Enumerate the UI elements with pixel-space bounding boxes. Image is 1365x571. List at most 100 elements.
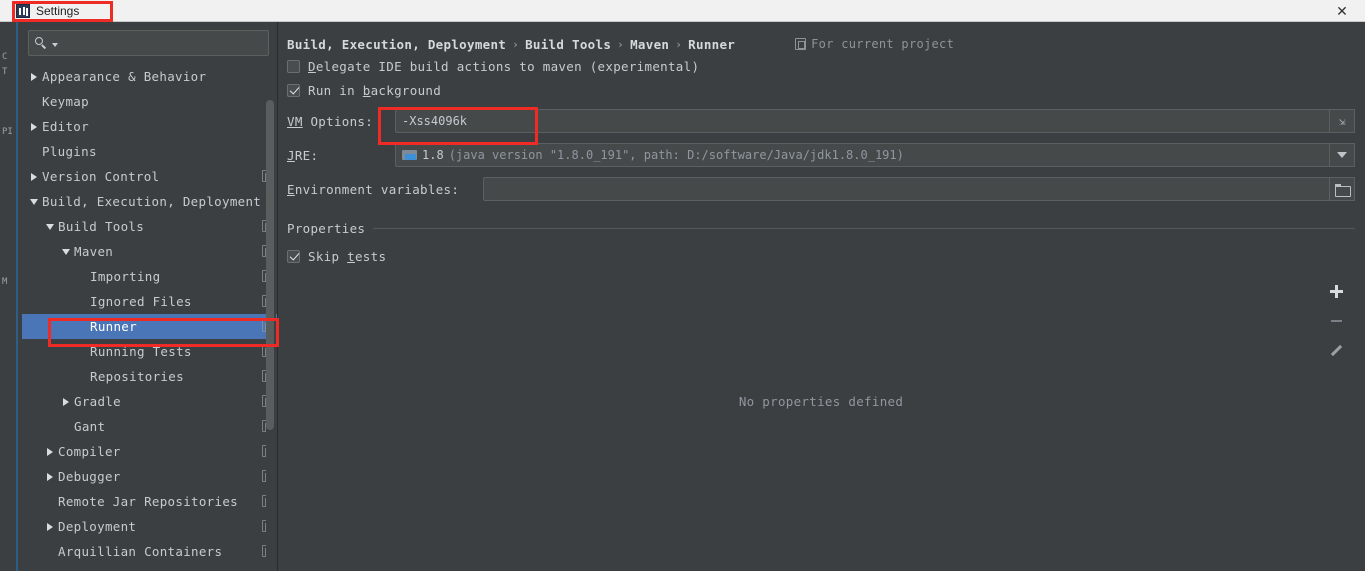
properties-section-title: Properties xyxy=(287,220,366,236)
vm-options-row: VM Options: -Xss4096k ⇲ xyxy=(287,106,1355,136)
chevron-right-icon[interactable] xyxy=(28,172,40,181)
sidebar-item-label: Maven xyxy=(74,244,114,259)
jre-combobox[interactable]: 1.8 (java version "1.8.0_191", path: D:/… xyxy=(395,143,1330,167)
vm-options-label: VM Options: xyxy=(287,113,374,129)
chevron-right-icon[interactable] xyxy=(28,72,40,81)
delegate-build-label: Delegate IDE build actions to maven (exp… xyxy=(308,58,700,74)
scope-badge: For current project xyxy=(795,37,954,51)
sidebar-item-arquillian-containers[interactable]: Arquillian Containers xyxy=(22,539,277,564)
expand-arrows-icon[interactable]: ⇲ xyxy=(1329,109,1355,133)
chevron-down-icon[interactable] xyxy=(60,248,72,255)
edit-property-button[interactable] xyxy=(1323,336,1349,366)
breadcrumb-item-3[interactable]: Runner xyxy=(688,37,735,52)
ide-logo-icon xyxy=(16,3,30,18)
sidebar-item-gradle[interactable]: Gradle xyxy=(22,389,277,414)
folder-icon[interactable] xyxy=(1329,177,1355,201)
properties-empty-text: No properties defined xyxy=(738,394,904,409)
vm-options-input[interactable]: -Xss4096k xyxy=(395,109,1330,133)
background-fragment: T xyxy=(2,67,8,77)
sidebar-item-build-tools[interactable]: Build Tools xyxy=(22,214,277,239)
chevron-right-icon[interactable] xyxy=(44,472,56,481)
remove-property-button[interactable] xyxy=(1323,306,1349,336)
sidebar-item-keymap[interactable]: Keymap xyxy=(22,89,277,114)
sidebar-item-plugins[interactable]: Plugins xyxy=(22,139,277,164)
environment-variables-row: Environment variables: xyxy=(287,174,1355,204)
close-icon[interactable]: ✕ xyxy=(1329,2,1355,20)
sidebar-item-runner[interactable]: Runner xyxy=(22,314,277,339)
properties-section-header: Properties xyxy=(287,218,1355,238)
sidebar-item-label: Importing xyxy=(90,269,161,284)
delegate-build-checkbox-row[interactable]: Delegate IDE build actions to maven (exp… xyxy=(287,54,1355,78)
breadcrumb-item-2[interactable]: Maven xyxy=(630,37,669,52)
sidebar-item-ignored-files[interactable]: Ignored Files xyxy=(22,289,277,314)
skip-tests-checkbox-row[interactable]: Skip tests xyxy=(287,244,1355,268)
skip-tests-checkbox[interactable] xyxy=(287,249,300,263)
chevron-down-icon[interactable] xyxy=(28,198,40,205)
sidebar-item-gant[interactable]: Gant xyxy=(22,414,277,439)
settings-sidebar: Appearance & Behavior Keymap Editor Plugins… xyxy=(22,22,278,571)
sidebar-item-label: Running Tests xyxy=(90,344,192,359)
jre-path: (java version "1.8.0_191", path: D:/soft… xyxy=(448,148,904,162)
sidebar-item-remote-jar-repositories[interactable]: Remote Jar Repositories xyxy=(22,489,277,514)
jdk-icon xyxy=(402,149,417,161)
sidebar-item-label: Ignored Files xyxy=(90,294,192,309)
search-container xyxy=(22,22,277,62)
search-icon xyxy=(35,36,48,50)
sidebar-item-running-tests[interactable]: Running Tests xyxy=(22,339,277,364)
chevron-down-icon[interactable] xyxy=(44,223,56,230)
sidebar-item-label: Runner xyxy=(90,319,137,334)
background-fragment: PI xyxy=(2,127,13,137)
run-in-background-checkbox[interactable] xyxy=(287,83,300,97)
minus-icon xyxy=(1330,320,1342,322)
chevron-down-icon[interactable] xyxy=(1329,143,1355,167)
sidebar-item-label: Gradle xyxy=(74,394,121,409)
background-fragment: M xyxy=(2,277,8,287)
delegate-build-checkbox[interactable] xyxy=(287,59,300,73)
run-in-background-checkbox-row[interactable]: Run in background xyxy=(287,78,1355,102)
search-input[interactable] xyxy=(58,36,268,50)
pencil-icon xyxy=(1329,344,1343,358)
sidebar-item-importing[interactable]: Importing xyxy=(22,264,277,289)
sidebar-item-label: Appearance & Behavior xyxy=(42,69,207,84)
sidebar-item-version-control[interactable]: Version Control xyxy=(22,164,277,189)
background-accent-line xyxy=(16,22,18,571)
breadcrumb: Build, Execution, Deployment › Build Too… xyxy=(287,34,1355,54)
sidebar-item-label: Arquillian Containers xyxy=(58,544,223,559)
sidebar-item-label: Build Tools xyxy=(58,219,145,234)
sidebar-item-maven[interactable]: Maven xyxy=(22,239,277,264)
sidebar-item-label: Version Control xyxy=(42,169,160,184)
breadcrumb-item-1[interactable]: Build Tools xyxy=(525,37,611,52)
chevron-right-icon[interactable] xyxy=(60,397,72,406)
environment-variables-label: Environment variables: xyxy=(287,181,460,197)
sidebar-item-label: Compiler xyxy=(58,444,121,459)
window-title: Settings xyxy=(36,3,80,18)
sidebar-item-editor[interactable]: Editor xyxy=(22,114,277,139)
section-divider xyxy=(373,227,1355,229)
chevron-right-icon[interactable] xyxy=(44,447,56,456)
sidebar-item-label: Keymap xyxy=(42,94,89,109)
search-box[interactable] xyxy=(28,30,269,56)
sidebar-scrollbar-thumb[interactable] xyxy=(266,100,274,430)
window-titlebar: Settings ✕ xyxy=(0,0,1365,22)
chevron-right-icon[interactable] xyxy=(28,122,40,131)
sidebar-item-label: Build, Execution, Deployment xyxy=(42,194,262,209)
jre-version: 1.8 xyxy=(422,148,444,162)
sidebar-item-compiler[interactable]: Compiler xyxy=(22,439,277,464)
sidebar-item-build-execution-deployment[interactable]: Build, Execution, Deployment xyxy=(22,189,277,214)
environment-variables-input[interactable] xyxy=(483,177,1330,201)
sidebar-item-appearance-behavior[interactable]: Appearance & Behavior xyxy=(22,64,277,89)
sidebar-scrollbar-track[interactable] xyxy=(266,60,276,571)
sidebar-item-deployment[interactable]: Deployment xyxy=(22,514,277,539)
sidebar-item-label: Debugger xyxy=(58,469,121,484)
sidebar-item-label: Deployment xyxy=(58,519,137,534)
settings-tree: Appearance & Behavior Keymap Editor Plugins… xyxy=(22,64,277,564)
scope-badge-label: For current project xyxy=(811,37,955,51)
breadcrumb-item-0[interactable]: Build, Execution, Deployment xyxy=(287,37,506,52)
sidebar-item-label: Editor xyxy=(42,119,89,134)
background-ide-strip: C T PI M xyxy=(0,22,22,571)
sidebar-item-debugger[interactable]: Debugger xyxy=(22,464,277,489)
chevron-right-icon[interactable] xyxy=(44,522,56,531)
add-property-button[interactable] xyxy=(1323,276,1349,306)
plus-icon xyxy=(1329,284,1343,298)
sidebar-item-repositories[interactable]: Repositories xyxy=(22,364,277,389)
